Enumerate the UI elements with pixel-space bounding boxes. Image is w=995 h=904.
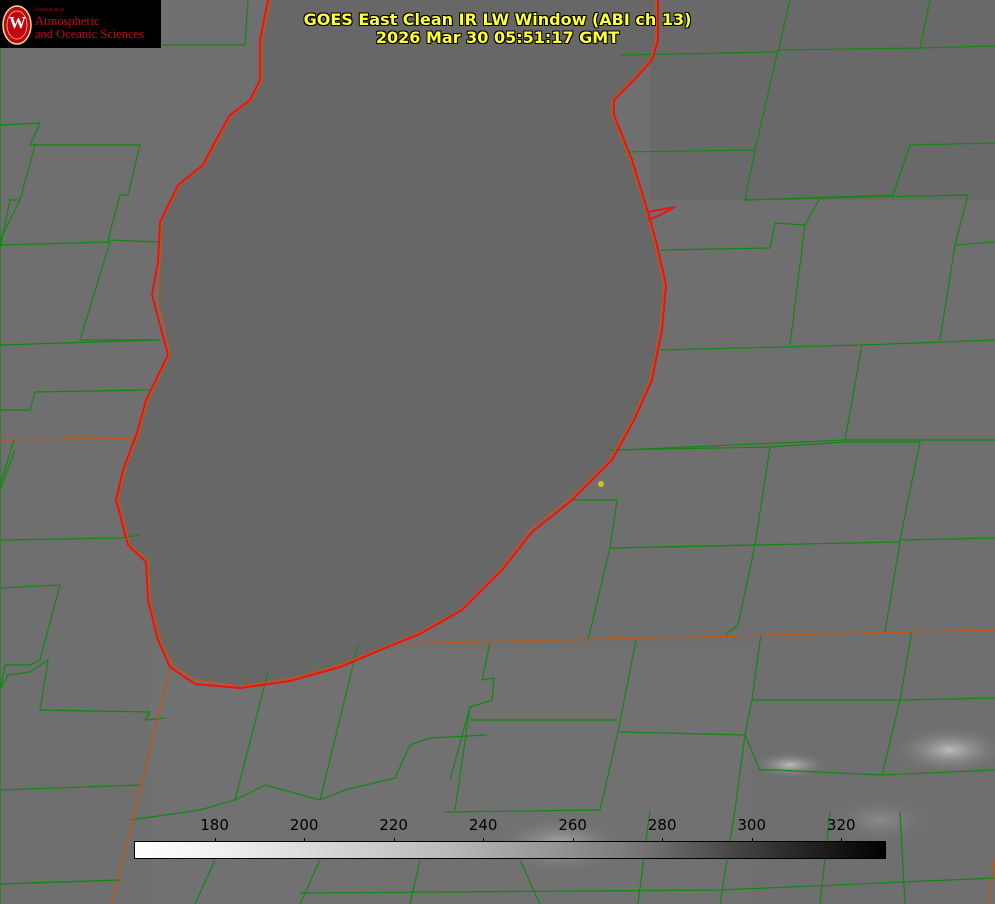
colorbar: 180 200 220 240 260 280 300 320	[134, 812, 886, 860]
colorbar-tick-label: 240	[468, 816, 498, 834]
colorbar-tick-label: 300	[737, 816, 767, 834]
colorbar-tick-mark	[751, 838, 753, 842]
title-timestamp: 2026 Mar 30 05:51:17 GMT	[375, 28, 620, 47]
colorbar-tick-mark	[662, 838, 664, 842]
colorbar-tick-label: 220	[379, 816, 408, 834]
colorbar-tick-mark	[393, 838, 395, 842]
colorbar-tick-mark	[214, 838, 216, 842]
colorbar-tick-label: 280	[647, 816, 677, 834]
colorbar-tick-mark	[572, 838, 574, 842]
station-marker	[598, 481, 604, 487]
colorbar-tick-label: 320	[826, 816, 856, 834]
cloud-patch-se-2	[750, 751, 830, 779]
colorbar-tick-label: 180	[200, 816, 229, 834]
satellite-image	[0, 0, 995, 904]
satellite-view: W Department of Atmospheric and Oceanic …	[0, 0, 995, 904]
colorbar-gradient	[134, 841, 886, 859]
colorbar-tick-label: 200	[289, 816, 319, 834]
title-product: GOES East Clean IR LW Window (ABI ch 13)	[303, 10, 692, 29]
colorbar-tick-mark	[483, 838, 485, 842]
colorbar-tick-mark	[841, 838, 843, 842]
colorbar-tick-mark	[304, 838, 306, 842]
colorbar-tick-label: 260	[558, 816, 587, 834]
image-title: GOES East Clean IR LW Window (ABI ch 13)…	[0, 11, 995, 47]
